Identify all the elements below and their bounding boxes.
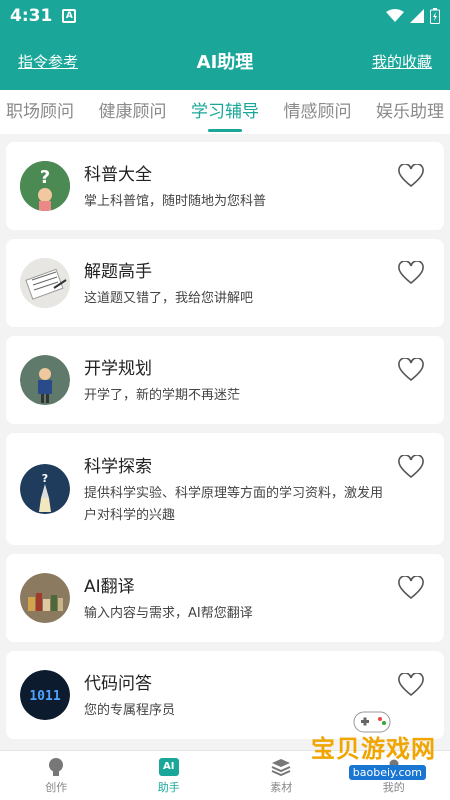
watermark-title: 宝贝游戏网 (311, 735, 436, 763)
nav-label: 助手 (157, 780, 180, 794)
svg-text:1011: 1011 (29, 689, 60, 704)
svg-text:?: ? (42, 472, 48, 485)
layers-icon (271, 757, 291, 777)
notebook-pen-avatar (20, 258, 70, 308)
books-avatar (20, 573, 70, 623)
list-item[interactable]: ? 科普大全 掌上科普馆，随时随地为您科普 (6, 142, 444, 230)
signal-icon (410, 9, 424, 23)
card-title: AI翻译 (84, 576, 135, 597)
card-title: 科普大全 (84, 164, 152, 185)
nav-create[interactable]: 创作 (0, 751, 113, 800)
heart-icon[interactable] (398, 358, 424, 382)
app-header: 指令参考 AI助理 我的收藏 (0, 32, 450, 90)
heart-icon[interactable] (398, 261, 424, 285)
status-bar: 4:31 A (0, 0, 450, 32)
heart-icon[interactable] (398, 673, 424, 697)
tab-career[interactable]: 职场顾问 (6, 90, 74, 134)
list-item[interactable]: AI翻译 输入内容与需求，AI帮您翻译 (6, 554, 444, 642)
tab-study[interactable]: 学习辅导 (191, 90, 259, 134)
page-title: AI助理 (196, 52, 254, 73)
nav-assistant[interactable]: AI 助手 (113, 751, 226, 800)
card-description: 这道题又错了，我给您讲解吧 (84, 290, 254, 306)
battery-icon (430, 8, 440, 24)
heart-icon[interactable] (398, 164, 424, 188)
notification-icon: A (62, 9, 77, 23)
my-favorites-link[interactable]: 我的收藏 (372, 51, 432, 72)
card-title: 解题高手 (84, 261, 152, 282)
status-time: 4:31 (10, 6, 53, 26)
binary-avatar: 1011 (20, 670, 70, 720)
card-description: 掌上科普馆，随时随地为您科普 (84, 193, 267, 209)
rocket-avatar: ? (20, 464, 70, 514)
card-description: 提供科学实验、科学原理等方面的学习资料，激发用户对科学的兴趣 (84, 485, 384, 523)
bulb-icon (46, 757, 66, 777)
tab-health[interactable]: 健康顾问 (99, 90, 167, 134)
card-description: 输入内容与需求，AI帮您翻译 (84, 605, 253, 621)
list-item[interactable]: 开学规划 开学了，新的学期不再迷茫 (6, 336, 444, 424)
card-description: 开学了，新的学期不再迷茫 (84, 387, 241, 403)
card-title: 开学规划 (84, 358, 152, 379)
tab-entertainment[interactable]: 娱乐助理 (376, 90, 444, 134)
card-title: 科学探索 (84, 456, 152, 477)
tab-emotion[interactable]: 情感顾问 (284, 90, 352, 134)
question-child-avatar: ? (20, 161, 70, 211)
list-item[interactable]: ? 科学探索 提供科学实验、科学原理等方面的学习资料，激发用户对科学的兴趣 (6, 433, 444, 545)
category-tabs: 职场顾问 健康顾问 学习辅导 情感顾问 娱乐助理 (0, 90, 450, 134)
student-avatar (20, 355, 70, 405)
heart-icon[interactable] (398, 576, 424, 600)
wifi-icon (386, 9, 404, 22)
watermark-url: baobeiy.com (348, 765, 426, 780)
nav-label: 创作 (45, 780, 68, 794)
svg-text:?: ? (40, 167, 50, 188)
card-title: 代码问答 (84, 673, 152, 694)
command-reference-link[interactable]: 指令参考 (18, 51, 78, 72)
ai-icon: AI (158, 757, 179, 777)
status-icons (386, 8, 440, 24)
list-item[interactable]: 解题高手 这道题又错了，我给您讲解吧 (6, 239, 444, 327)
ai-badge: AI (158, 757, 179, 776)
assistant-list: ? 科普大全 掌上科普馆，随时随地为您科普 解题高手 这道题又错了，我给您讲解吧… (0, 134, 450, 750)
heart-icon[interactable] (398, 455, 424, 479)
watermark: 宝贝游戏网 baobeiy.com (300, 706, 440, 786)
nav-label: 素材 (270, 780, 293, 794)
